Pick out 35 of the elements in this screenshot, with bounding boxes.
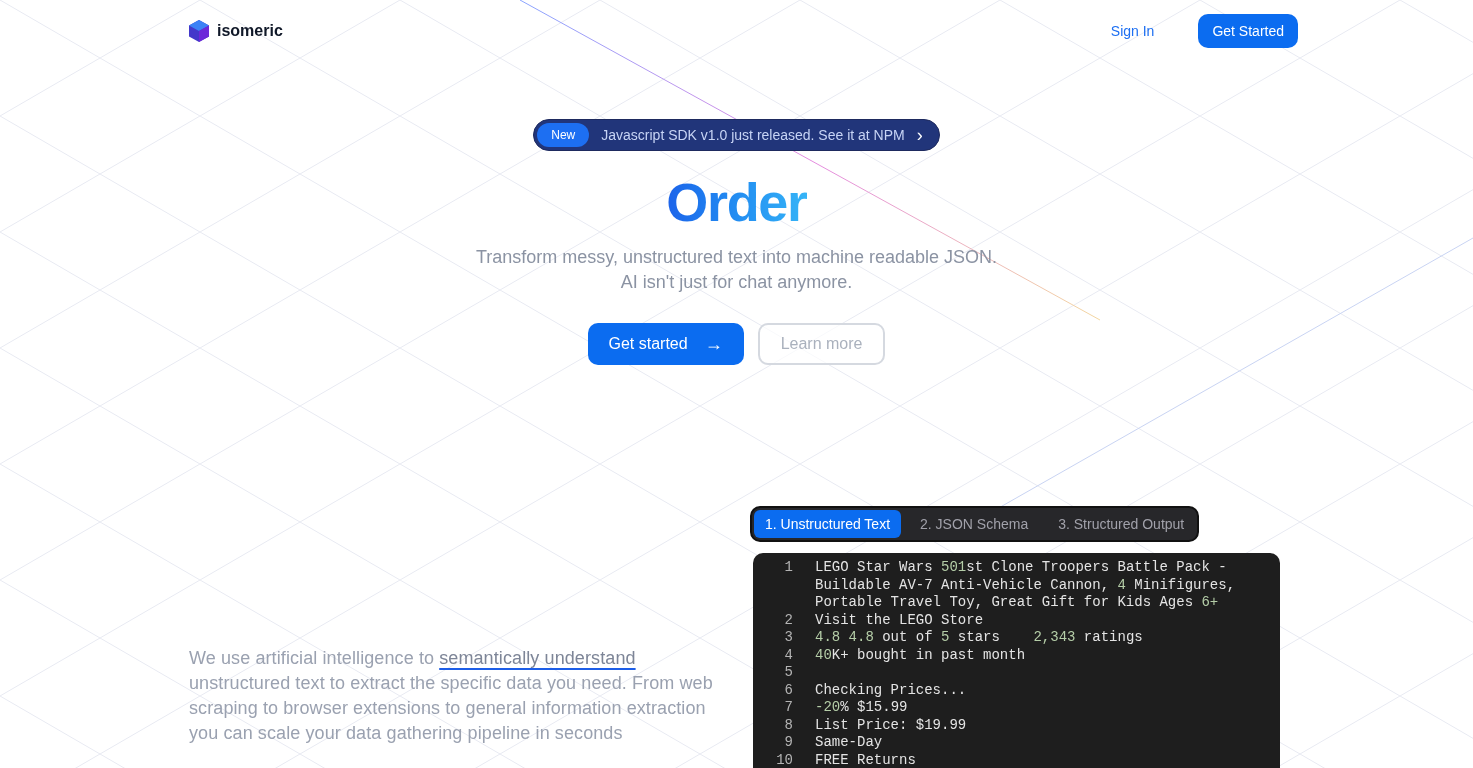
line-number: 6: [783, 681, 793, 699]
chevron-icon: ›: [916, 126, 923, 144]
code-line: 4.8 4.8 out of 5 stars 2,343 ratings: [815, 629, 1144, 647]
cube-logo-icon: [189, 20, 209, 42]
code-line: Visit the LEGO Store: [815, 611, 985, 629]
arrow-icon: →: [704, 330, 723, 358]
code-line: FREE Returns: [815, 751, 917, 768]
line-number: 4: [783, 646, 793, 664]
tab[interactable]: 1. Unstructured Text: [754, 510, 902, 538]
get-started-button[interactable]: Get started →: [587, 323, 744, 365]
get-started-button[interactable]: Get Started: [1198, 14, 1298, 48]
code-line: LEGO Star Wars 501st Clone Troopers Battle Pack - Buildable AV-7 Anti-Vehicle Cannon, 4 Minifigures, Portable Travel Toy, Great Gift for Kids Ages 6+: [815, 559, 1237, 612]
line-number: 2: [783, 611, 793, 629]
tab[interactable]: 3. Structured Output: [1047, 510, 1196, 538]
line-number: 10: [775, 751, 793, 768]
line-number: 3: [783, 629, 793, 647]
link[interactable]: semantically understand: [439, 648, 636, 668]
subtitle-text: Transform messy, unstructured text into machine readable JSON.: [475, 246, 998, 269]
line-number: 9: [783, 734, 793, 752]
description-paragraph: We use artificial intelligence to semantically understand unstructured text to extract the specific data you need. From web scraping to browser extensions to general information extraction you can scale your data gathering pipeline in seconds: [189, 647, 714, 745]
brand-name: isomeric: [217, 21, 283, 41]
code-line: List Price: $19.99: [815, 716, 968, 734]
announcement-banner[interactable]: New Javascript SDK v1.0 just released. See it at NPM ›: [533, 119, 940, 151]
sign-in-link[interactable]: Sign In: [1110, 20, 1155, 42]
subtitle-text: AI isn't just for chat anymore.: [620, 271, 853, 294]
code-line: -20% $15.99: [815, 699, 909, 717]
tab[interactable]: 2. JSON Schema: [909, 510, 1040, 538]
new-badge: New: [537, 123, 590, 147]
code-line: Same-Day: [815, 734, 884, 752]
line-number: 5: [783, 664, 793, 682]
code-line: 40K+ bought in past month: [815, 646, 1027, 664]
line-number: 8: [783, 716, 793, 734]
line-number: 7: [783, 699, 793, 717]
code-line: Checking Prices...: [815, 681, 968, 699]
line-number: 1: [783, 559, 793, 577]
